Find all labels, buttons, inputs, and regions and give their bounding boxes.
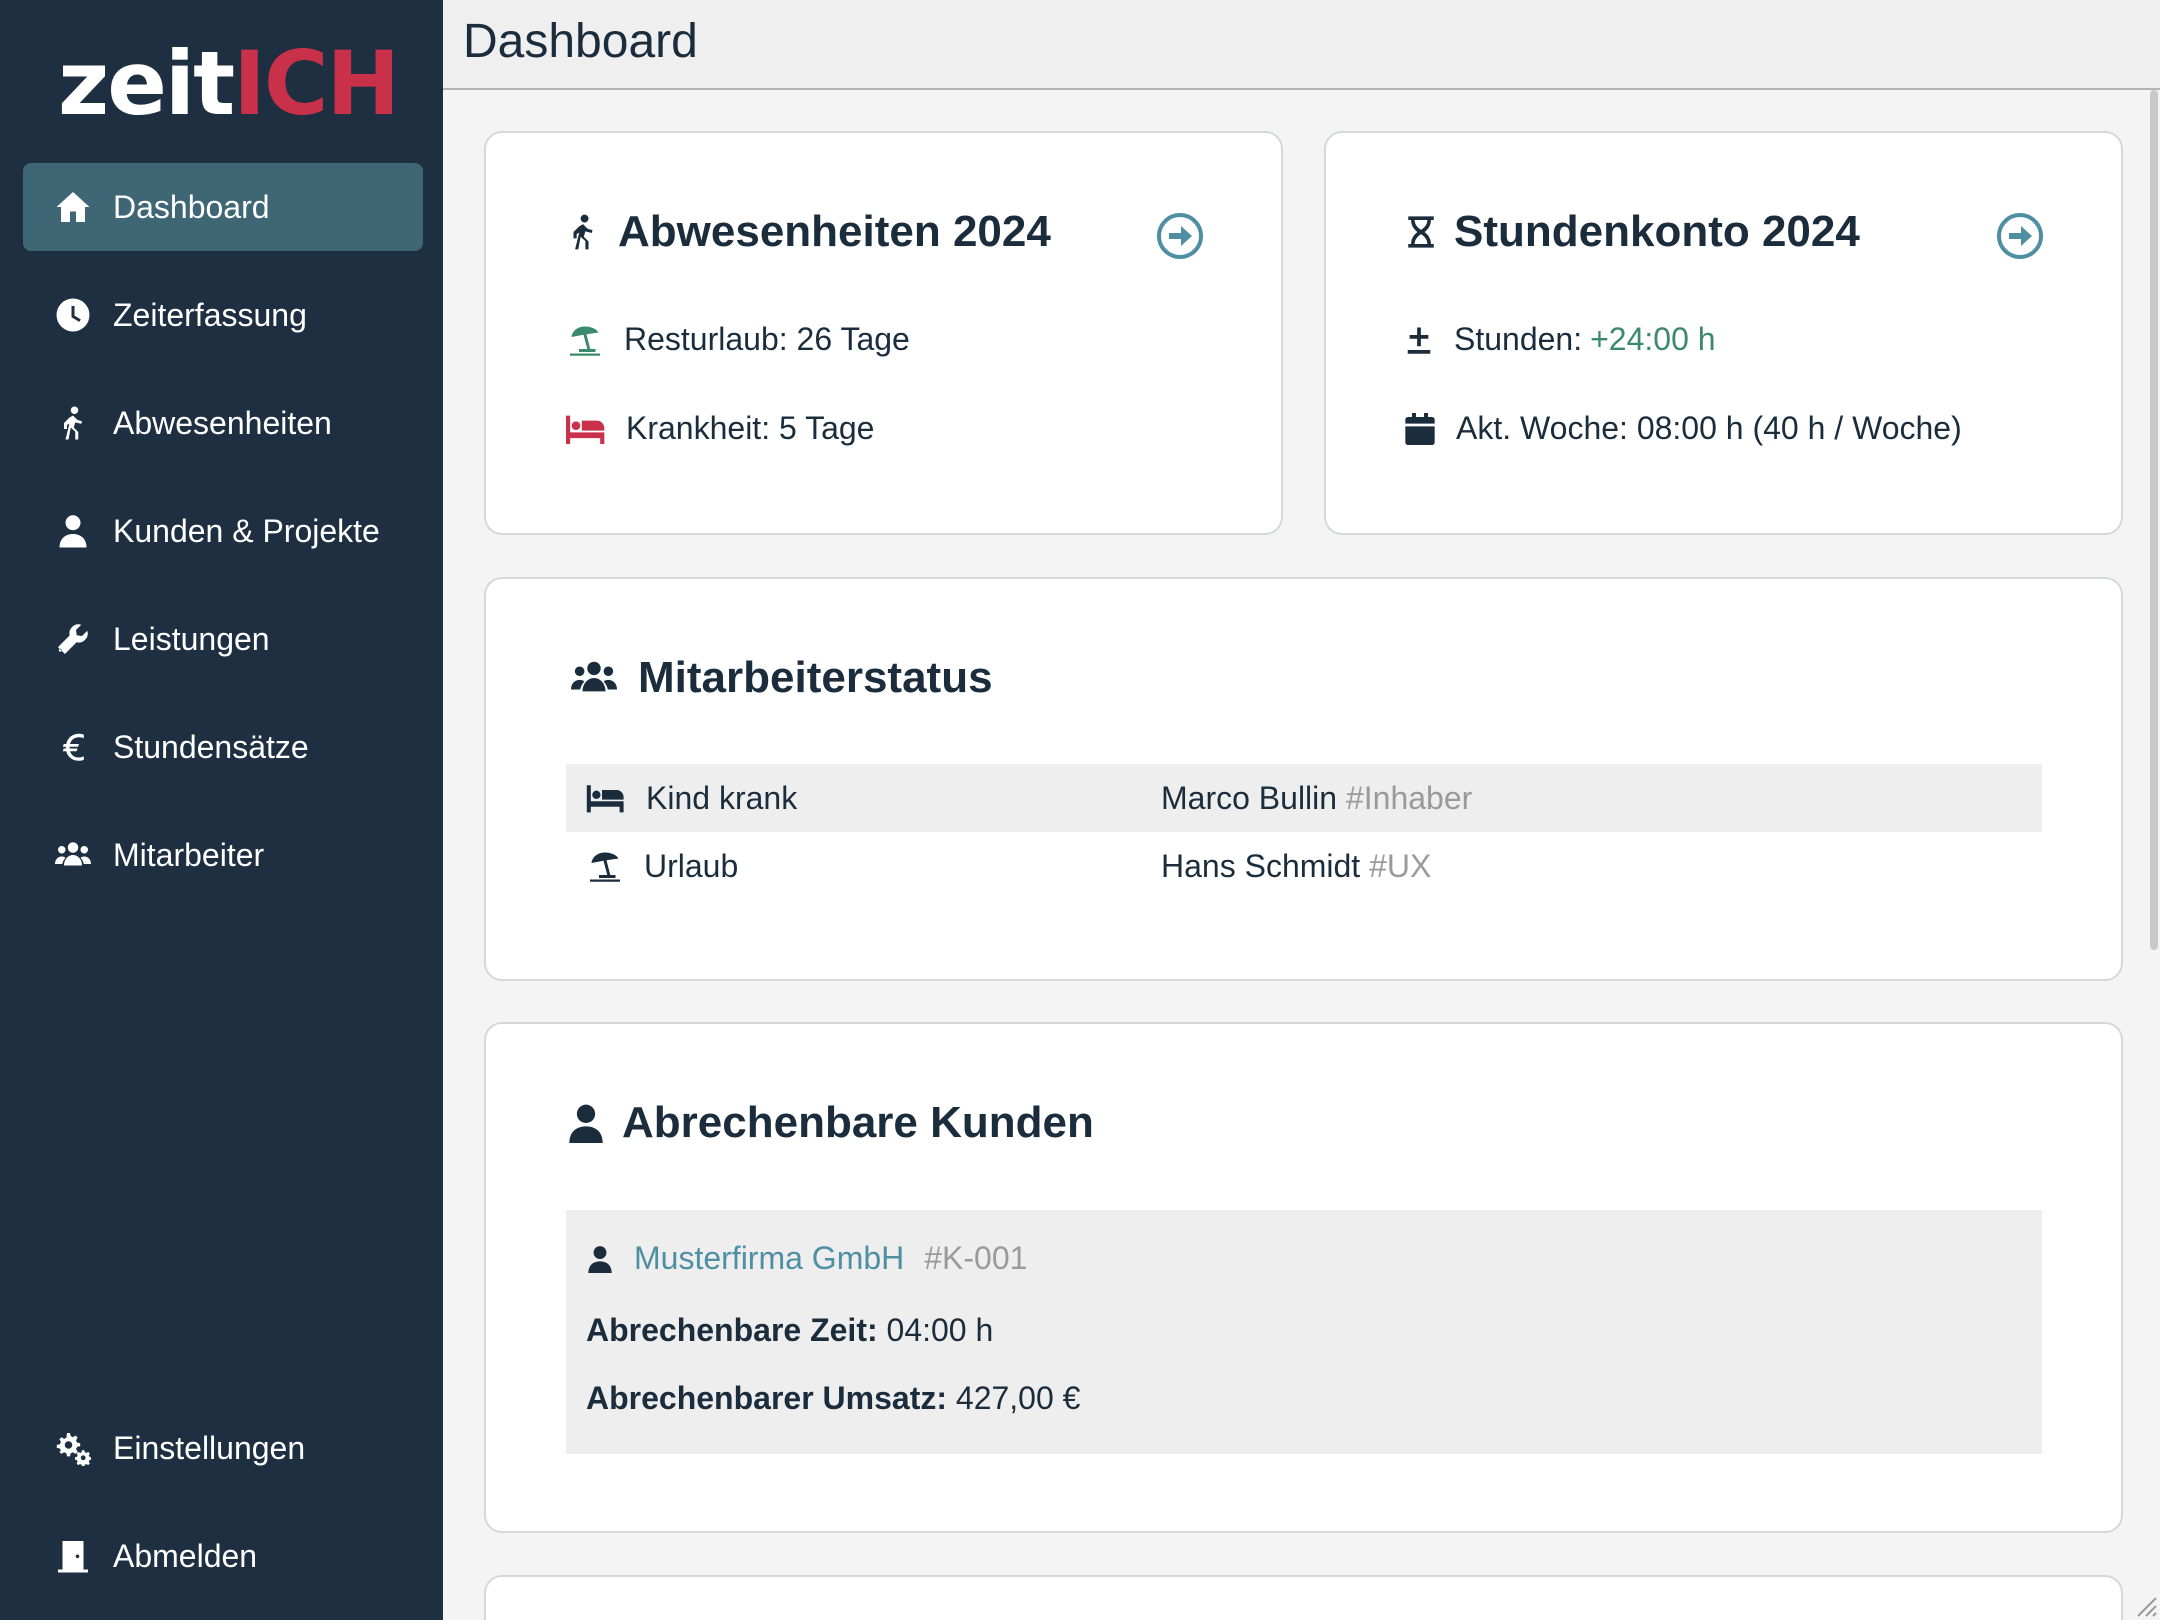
hours-card-title: Stundenkonto 2024 [1404,207,1860,257]
door-icon [51,1534,95,1578]
sidebar-item-kunden-projekte[interactable]: Kunden & Projekte [23,487,423,575]
absences-card-title: Abwesenheiten 2024 [564,207,1051,257]
sidebar-item-label: Abwesenheiten [113,404,332,441]
hourglass-icon [1408,216,1434,248]
users-icon [51,833,95,877]
staff-role-tag: #Inhaber [1345,779,1473,816]
staff-name: Hans Schmidt [1161,847,1361,884]
billable-clients-card-title: Abrechenbare Kunden [566,1098,1094,1148]
wrench-icon [51,617,95,661]
top-header: Dashboard [443,0,2160,90]
sidebar-item-label: Mitarbeiter [113,836,265,873]
client-id-tag: #K-001 [924,1240,1028,1276]
euro-icon [51,725,95,769]
vertical-scrollbar[interactable] [2148,90,2160,1620]
clock-icon [51,293,95,337]
page-title: Dashboard [463,15,698,68]
staff-status-label: Kind krank [646,779,798,816]
sidebar-item-mitarbeiter[interactable]: Mitarbeiter [23,811,423,899]
zeitich-logo[interactable]: zeit ICH [58,28,400,128]
vacation-line: Resturlaub: 26 Tage [566,321,910,358]
staff-name: Marco Bullin [1161,779,1338,816]
staff-status-label: Urlaub [644,847,739,884]
resize-grip-icon[interactable] [2132,1592,2158,1618]
user-icon [51,509,95,553]
next-card [484,1575,2123,1620]
user-icon [569,1104,603,1143]
sidebar-item-label: Einstellungen [113,1429,306,1466]
beach-umbrella-icon [570,326,600,356]
current-week-line: Akt. Woche: 08:00 h (40 h / Woche) [1404,410,1962,447]
billable-clients-card: Abrechenbare Kunden Musterfirma GmbH #K-… [484,1022,2123,1533]
sidebar-item-label: Leistungen [113,620,270,657]
walking-person-icon [573,214,593,250]
billable-client-entry: Musterfirma GmbH #K-001 Abrechenbare Zei… [566,1210,2042,1454]
walking-person-icon [51,401,95,445]
hours-balance-line: Stunden: +24:00 h [1404,321,1716,358]
users-icon [571,661,617,692]
sidebar-item-dashboard[interactable]: Dashboard [23,163,423,251]
sidebar-item-zeiterfassung[interactable]: Zeiterfassung [23,271,423,359]
calendar-icon [1405,412,1435,445]
absences-card: Abwesenheiten 2024 Resturlaub: 26 Tage K… [484,131,1283,535]
sidebar-item-einstellungen[interactable]: Einstellungen [23,1404,423,1492]
sickness-line: Krankheit: 5 Tage [566,410,874,447]
sidebar-item-abmelden[interactable]: Abmelden [23,1512,423,1600]
sidebar: zeit ICH Dashboard Zeiterfassung Abwesenh… [0,0,443,1620]
billable-time-line: Abrechenbare Zeit: 04:00 h [586,1312,994,1348]
hours-balance-value: +24:00 h [1590,321,1716,357]
billable-revenue-line: Abrechenbarer Umsatz: 427,00 € [586,1380,1081,1416]
arrow-right-circle-icon[interactable] [1996,212,2044,260]
sidebar-item-stundensaetze[interactable]: Stundensätze [23,703,423,791]
arrow-right-circle-icon[interactable] [1156,212,1204,260]
beach-umbrella-icon [590,852,620,882]
bed-icon [566,415,605,444]
staff-status-card: Mitarbeiterstatus Kind krank Marco Bulli… [484,577,2123,981]
bed-icon [586,785,624,813]
hours-card: Stundenkonto 2024 Stunden: +24:00 h Akt.… [1324,131,2123,535]
staff-role-tag: #UX [1369,847,1432,884]
sidebar-item-label: Dashboard [113,188,270,225]
gears-icon [51,1426,95,1470]
sidebar-item-label: Abmelden [113,1537,258,1574]
sidebar-item-label: Zeiterfassung [113,296,307,333]
scrollbar-thumb[interactable] [2150,90,2158,950]
user-icon [588,1245,612,1273]
home-icon [51,185,95,229]
staff-status-card-title: Mitarbeiterstatus [566,653,993,703]
staff-status-row: Urlaub Hans Schmidt #UX [566,832,2042,900]
staff-status-row: Kind krank Marco Bullin #Inhaber [566,764,2042,832]
sidebar-item-abwesenheiten[interactable]: Abwesenheiten [23,379,423,467]
client-name-link[interactable]: Musterfirma GmbH [634,1240,904,1277]
sidebar-item-label: Kunden & Projekte [113,512,380,549]
sidebar-item-leistungen[interactable]: Leistungen [23,595,423,683]
sidebar-item-label: Stundensätze [113,728,309,765]
plus-minus-icon [1407,327,1431,354]
